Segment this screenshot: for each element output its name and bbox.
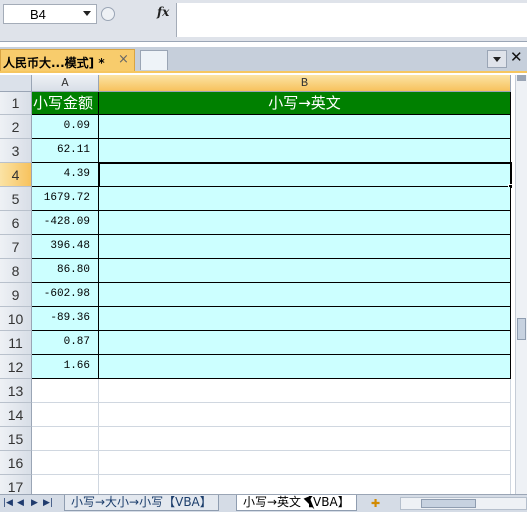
row-header-2[interactable]: 2 — [0, 115, 32, 139]
formula-bar-splitter-icon[interactable] — [101, 7, 115, 21]
row-header-8[interactable]: 8 — [0, 259, 32, 283]
cell-b8[interactable] — [99, 259, 511, 283]
sheet-tab-1[interactable]: 小写→大小→小写【VBA】 — [64, 495, 219, 511]
cell-b17[interactable] — [99, 475, 511, 494]
cell-b11[interactable] — [99, 331, 511, 355]
cell-b2[interactable] — [99, 115, 511, 139]
cell-b4[interactable] — [99, 163, 511, 187]
formula-input[interactable] — [176, 3, 527, 37]
last-sheet-icon[interactable]: ▶| — [43, 498, 53, 508]
document-tab-title: 人民币大...模式] * — [3, 56, 105, 70]
cell-a1[interactable]: 小写金额 — [32, 92, 99, 115]
sheet-tab-2[interactable]: 小写→英文【VBA】 — [236, 495, 357, 511]
worksheet-grid[interactable]: A B 1 小写金额 小写→英文 2 0.09 3 62.11 4 4.39 5 1679.72 6 -42… — [0, 75, 515, 494]
row-header-11[interactable]: 11 — [0, 331, 32, 355]
horizontal-scrollbar[interactable] — [400, 497, 527, 510]
row-header-3[interactable]: 3 — [0, 139, 32, 163]
formula-bar: B4 fx — [0, 0, 527, 42]
cell-b12[interactable] — [99, 355, 511, 379]
column-header-b[interactable]: B — [99, 75, 511, 92]
vertical-scroll-thumb[interactable] — [517, 318, 526, 340]
row-header-14[interactable]: 14 — [0, 403, 32, 427]
cell-b5[interactable] — [99, 187, 511, 211]
cell-b13[interactable] — [99, 379, 511, 403]
row-header-17[interactable]: 17 — [0, 475, 32, 494]
row-header-15[interactable]: 15 — [0, 427, 32, 451]
first-sheet-icon[interactable]: |◀ — [3, 498, 13, 508]
cell-a12[interactable]: 1.66 — [32, 355, 99, 379]
document-tab-strip: 人民币大...模式] * × ✕ — [0, 47, 527, 73]
cell-a2[interactable]: 0.09 — [32, 115, 99, 139]
cell-a10[interactable]: -89.36 — [32, 307, 99, 331]
tab-list-dropdown-icon[interactable] — [487, 50, 507, 68]
row-header-5[interactable]: 5 — [0, 187, 32, 211]
cell-a11[interactable]: 0.87 — [32, 331, 99, 355]
cell-a14[interactable] — [32, 403, 99, 427]
cell-a8[interactable]: 86.80 — [32, 259, 99, 283]
row-header-7[interactable]: 7 — [0, 235, 32, 259]
cell-a15[interactable] — [32, 427, 99, 451]
row-header-10[interactable]: 10 — [0, 307, 32, 331]
sheet-tab-bar: ✚ |◀ ◀ ▶ ▶| 小写→大小→小写【VBA】 小写→英文【VBA】 — [0, 494, 527, 512]
row-header-16[interactable]: 16 — [0, 451, 32, 475]
cell-a13[interactable] — [32, 379, 99, 403]
cell-b1[interactable]: 小写→英文 — [99, 92, 511, 115]
row-header-9[interactable]: 9 — [0, 283, 32, 307]
horizontal-scroll-thumb[interactable] — [421, 499, 476, 508]
cell-b16[interactable] — [99, 451, 511, 475]
cell-b6[interactable] — [99, 211, 511, 235]
cell-a3[interactable]: 62.11 — [32, 139, 99, 163]
cell-a7[interactable]: 396.48 — [32, 235, 99, 259]
vertical-scrollbar[interactable] — [515, 75, 527, 494]
select-all-corner[interactable] — [0, 75, 32, 92]
row-header-12[interactable]: 12 — [0, 355, 32, 379]
cell-a9[interactable]: -602.98 — [32, 283, 99, 307]
row-header-6[interactable]: 6 — [0, 211, 32, 235]
close-tab-icon[interactable]: × — [118, 52, 129, 67]
cell-a4[interactable]: 4.39 — [32, 163, 99, 187]
cell-a17[interactable] — [32, 475, 99, 494]
row-header-4[interactable]: 4 — [0, 163, 32, 187]
insert-function-icon[interactable]: fx — [157, 5, 169, 19]
cell-b10[interactable] — [99, 307, 511, 331]
cell-a6[interactable]: -428.09 — [32, 211, 99, 235]
next-sheet-icon[interactable]: ▶ — [31, 498, 38, 508]
column-header-a[interactable]: A — [32, 75, 99, 92]
cell-b7[interactable] — [99, 235, 511, 259]
name-box-dropdown-icon[interactable] — [83, 11, 91, 16]
new-tab-button[interactable] — [140, 50, 168, 70]
cell-a5[interactable]: 1679.72 — [32, 187, 99, 211]
cell-b15[interactable] — [99, 427, 511, 451]
insert-sheet-icon[interactable]: ✚ — [371, 497, 380, 510]
split-box[interactable] — [517, 75, 526, 81]
row-header-1[interactable]: 1 — [0, 92, 32, 115]
cell-b14[interactable] — [99, 403, 511, 427]
prev-sheet-icon[interactable]: ◀ — [17, 498, 24, 508]
close-window-icon[interactable]: ✕ — [510, 48, 523, 66]
cell-b9[interactable] — [99, 283, 511, 307]
row-header-13[interactable]: 13 — [0, 379, 32, 403]
cell-a16[interactable] — [32, 451, 99, 475]
document-tab[interactable]: 人民币大...模式] * × — [0, 49, 135, 71]
cell-b3[interactable] — [99, 139, 511, 163]
